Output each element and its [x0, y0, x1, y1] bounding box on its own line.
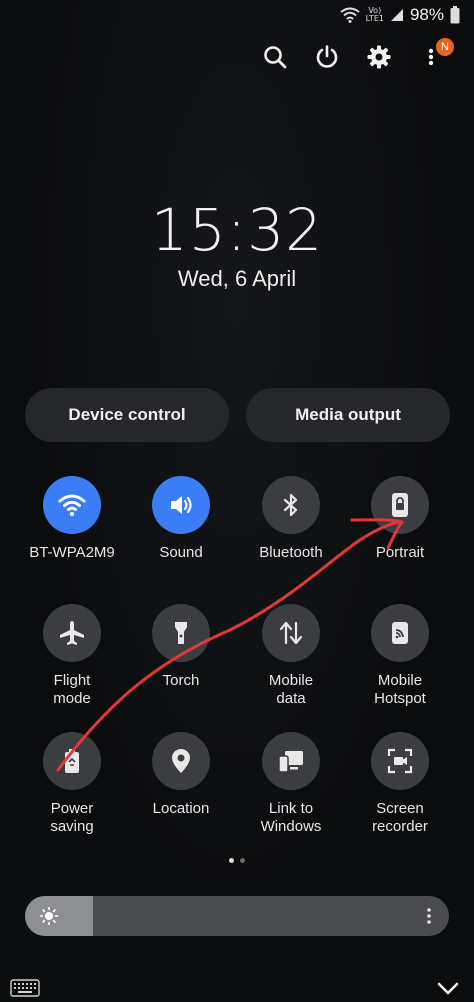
- page-dot-1[interactable]: [229, 858, 234, 863]
- tile-bluetooth-toggle[interactable]: [262, 476, 320, 534]
- tile-mobile-data-toggle[interactable]: [262, 604, 320, 662]
- hotspot-icon: [392, 622, 408, 644]
- signal-icon: [390, 9, 403, 21]
- quick-panel-actions: N: [262, 38, 454, 70]
- tile-link-to-windows-toggle[interactable]: [262, 732, 320, 790]
- clock-date[interactable]: Wed, 6 April: [0, 266, 474, 292]
- tile-sound[interactable]: Sound: [126, 476, 236, 562]
- power-icon: [316, 45, 338, 68]
- chevron-down-icon[interactable]: [436, 980, 460, 998]
- brightness-sun-icon: [39, 906, 59, 926]
- tile-label: BT-WPA2M9: [29, 544, 115, 561]
- battery-icon: [450, 6, 460, 24]
- wifi-icon: [58, 494, 86, 517]
- status-bar: Vo) LTE1 98%: [339, 4, 460, 26]
- lte-label-bottom: LTE1: [365, 14, 384, 23]
- tile-label: Bluetooth: [259, 544, 323, 561]
- speaker-icon: [171, 496, 192, 514]
- tile-flight-mode-toggle[interactable]: [43, 604, 101, 662]
- tile-wifi[interactable]: BT-WPA2M9: [17, 476, 127, 562]
- page-indicator: [0, 858, 474, 863]
- lte-indicator: Vo) LTE1: [366, 7, 384, 23]
- settings-icon: [367, 45, 391, 69]
- device-control-button[interactable]: Device control: [25, 388, 229, 442]
- tile-power-saving[interactable]: Power saving: [17, 732, 127, 836]
- notification-badge: N: [436, 38, 454, 56]
- tile-label: Torch: [162, 672, 200, 689]
- tile-label: Mobile Hotspot: [374, 672, 426, 707]
- tile-bluetooth[interactable]: Bluetooth: [236, 476, 346, 562]
- clock-time[interactable]: 15:32: [0, 196, 474, 264]
- tile-location[interactable]: Location: [126, 732, 236, 818]
- brightness-slider[interactable]: [25, 896, 449, 936]
- battery-saver-icon: [65, 749, 79, 773]
- keyboard-icon[interactable]: [10, 978, 40, 998]
- location-pin-icon: [172, 749, 190, 773]
- tile-torch[interactable]: Torch: [126, 604, 236, 690]
- tile-mobile-data[interactable]: Mobile data: [236, 604, 346, 708]
- tile-label: Location: [152, 800, 210, 817]
- tile-label: Portrait: [375, 544, 425, 561]
- tile-portrait[interactable]: Portrait: [345, 476, 455, 562]
- tile-label: Link to Windows: [260, 800, 322, 835]
- bluetooth-icon: [283, 493, 298, 517]
- search-icon: [264, 46, 287, 69]
- data-arrows-icon: [279, 621, 303, 645]
- screen-recorder-icon: [387, 748, 413, 774]
- tile-label: Flight mode: [53, 672, 91, 707]
- tile-label: Power saving: [50, 800, 94, 835]
- tile-power-saving-toggle[interactable]: [43, 732, 101, 790]
- media-output-button[interactable]: Media output: [246, 388, 450, 442]
- media-output-label: Media output: [295, 405, 401, 424]
- battery-percentage: 98%: [409, 5, 444, 24]
- airplane-icon: [60, 621, 84, 645]
- tile-sound-toggle[interactable]: [152, 476, 210, 534]
- tile-screen-recorder-toggle[interactable]: [371, 732, 429, 790]
- more-options-button[interactable]: N: [418, 38, 454, 70]
- wifi-icon: [339, 7, 360, 23]
- brightness-more-icon[interactable]: [419, 906, 439, 926]
- tile-link-to-windows[interactable]: Link to Windows: [236, 732, 346, 836]
- tile-label: Mobile data: [268, 672, 314, 707]
- device-control-label: Device control: [68, 405, 186, 424]
- flashlight-icon: [175, 622, 187, 644]
- link-windows-icon: [278, 751, 303, 773]
- tile-flight-mode[interactable]: Flight mode: [17, 604, 127, 708]
- rotation-lock-icon: [392, 493, 408, 517]
- search-button[interactable]: [262, 44, 288, 70]
- tile-wifi-toggle[interactable]: [43, 476, 101, 534]
- tile-mobile-hotspot[interactable]: Mobile Hotspot: [345, 604, 455, 708]
- tile-portrait-toggle[interactable]: [371, 476, 429, 534]
- tile-label: Sound: [159, 544, 203, 561]
- page-dot-2[interactable]: [240, 858, 245, 863]
- tile-mobile-hotspot-toggle[interactable]: [371, 604, 429, 662]
- settings-button[interactable]: [366, 44, 392, 70]
- tile-label: Screen recorder: [372, 800, 428, 835]
- tile-torch-toggle[interactable]: [152, 604, 210, 662]
- tile-location-toggle[interactable]: [152, 732, 210, 790]
- tile-screen-recorder[interactable]: Screen recorder: [345, 732, 455, 836]
- power-button[interactable]: [314, 44, 340, 70]
